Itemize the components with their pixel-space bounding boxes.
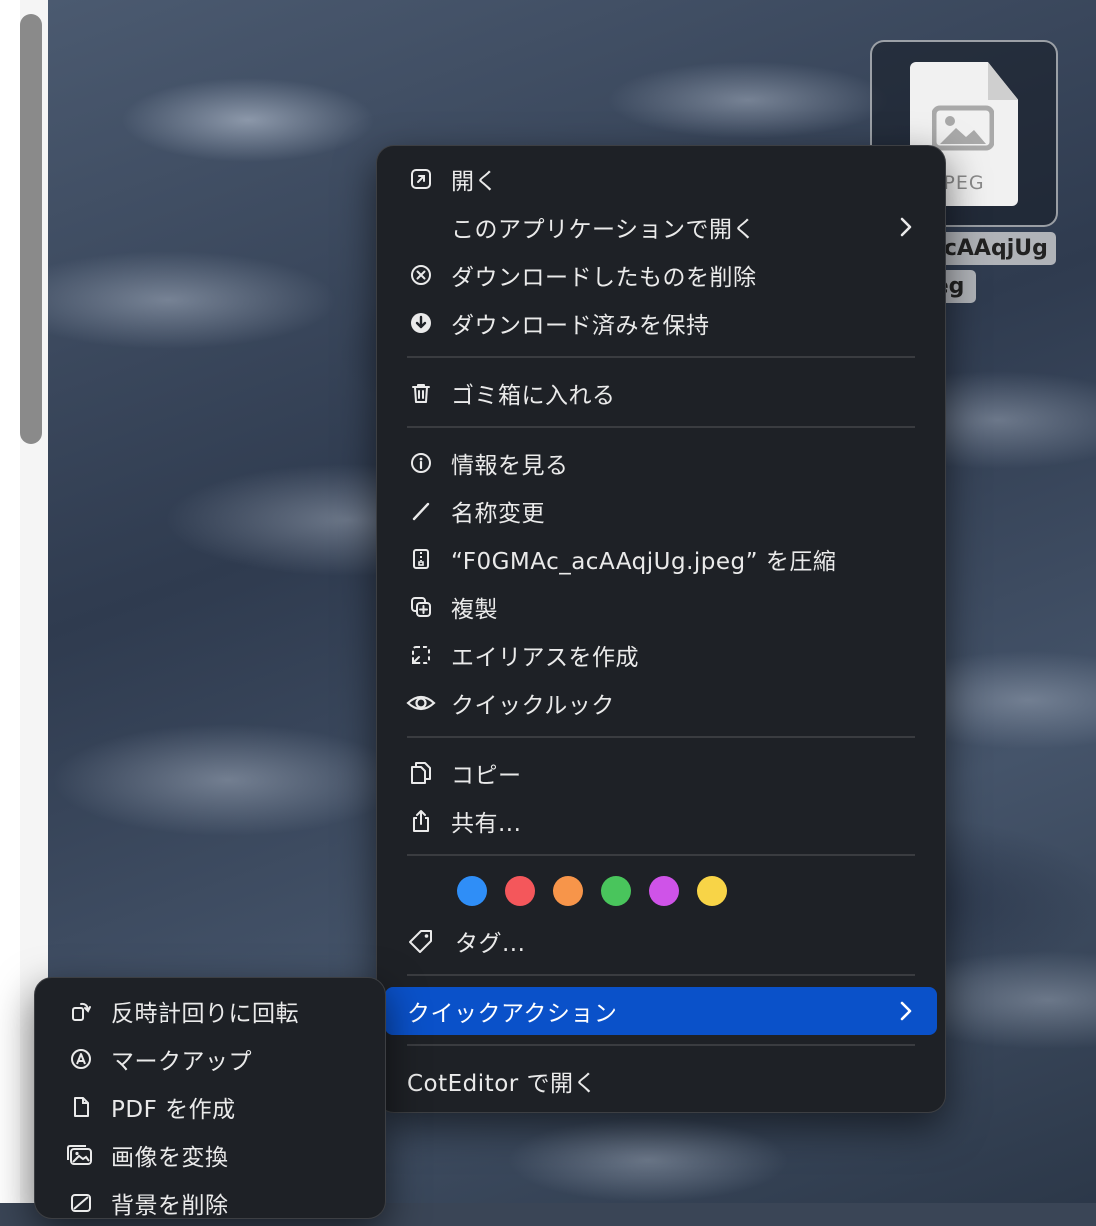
tag-color-purple[interactable] [649,876,679,906]
menu-label-copy: コピー [451,763,522,789]
menu-item-get-info[interactable]: 情報を見る [385,440,937,486]
menu-label-duplicate: 複製 [451,597,498,623]
info-icon [409,451,433,475]
menu-label-open: 開く [451,169,498,195]
submenu-label-remove-background: 背景を削除 [111,1193,229,1219]
x-circle-icon [409,263,433,287]
open-arrow-icon [409,167,433,191]
menu-item-tags[interactable]: タグ... [385,918,937,964]
pencil-icon [409,499,433,523]
menu-label-keep-download: ダウンロード済みを保持 [451,313,710,339]
menu-item-quick-actions[interactable]: クイックアクション [385,987,937,1035]
trash-icon [409,381,433,405]
submenu-label-rotate-left: 反時計回りに回転 [111,1001,299,1027]
menu-separator [407,974,915,976]
submenu-item-convert-image[interactable]: 画像を変換 [43,1132,377,1178]
submenu-item-remove-background[interactable]: 背景を削除 [43,1180,377,1226]
chevron-right-icon [900,1001,912,1021]
duplicate-icon [409,595,433,619]
menu-label-delete-download: ダウンロードしたものを削除 [451,265,757,291]
markup-icon [69,1047,93,1071]
menu-label-get-info: 情報を見る [451,453,569,479]
tag-color-swatches [457,876,727,906]
quick-actions-submenu: 反時計回りに回転 マークアップ PDF を作成 画像を変換 背景を削除 [34,977,386,1219]
remove-background-icon [69,1191,93,1215]
menu-label-rename: 名称変更 [451,501,545,527]
menu-item-open[interactable]: 開く [385,156,937,202]
tag-color-orange[interactable] [553,876,583,906]
menu-item-keep-download[interactable]: ダウンロード済みを保持 [385,300,937,346]
window-edge [0,0,20,1203]
document-icon [69,1095,93,1119]
menu-item-rename[interactable]: 名称変更 [385,488,937,534]
tag-icon [407,929,435,953]
copy-icon [409,761,433,785]
menu-item-delete-download[interactable]: ダウンロードしたものを削除 [385,252,937,298]
eye-icon [406,691,436,715]
menu-item-move-to-trash[interactable]: ゴミ箱に入れる [385,370,937,416]
menu-label-share: 共有... [451,811,522,837]
menu-separator [407,854,915,856]
image-glyph-icon [932,105,994,151]
alias-icon [409,643,433,667]
menu-label-compress: “F0GMAc_acAAqjUg.jpeg” を圧縮 [451,549,837,575]
menu-separator [407,426,915,428]
submenu-label-create-pdf: PDF を作成 [111,1097,236,1123]
menu-separator [407,356,915,358]
chevron-right-icon [900,217,912,237]
tag-color-yellow[interactable] [697,876,727,906]
tag-color-blue[interactable] [457,876,487,906]
menu-label-quick-actions: クイックアクション [407,1001,618,1027]
menu-label-move-to-trash: ゴミ箱に入れる [451,383,616,409]
document-fold [988,62,1018,100]
photos-icon [65,1143,93,1167]
tag-color-red[interactable] [505,876,535,906]
menu-item-make-alias[interactable]: エイリアスを作成 [385,632,937,678]
menu-item-copy[interactable]: コピー [385,750,937,796]
submenu-label-markup: マークアップ [111,1049,252,1075]
context-menu: 開く このアプリケーションで開く ダウンロードしたものを削除 ダウンロード済みを… [376,145,946,1113]
menu-item-compress[interactable]: “F0GMAc_acAAqjUg.jpeg” を圧縮 [385,536,937,582]
menu-label-make-alias: エイリアスを作成 [451,645,639,671]
download-circle-icon [409,311,433,335]
submenu-label-convert-image: 画像を変換 [111,1145,229,1171]
submenu-item-markup[interactable]: マークアップ [43,1036,377,1082]
menu-label-quick-look: クイックルック [451,693,615,719]
submenu-item-create-pdf[interactable]: PDF を作成 [43,1084,377,1130]
menu-separator [407,1044,915,1046]
menu-item-share[interactable]: 共有... [385,798,937,844]
scrollbar-thumb[interactable] [20,14,42,444]
menu-item-open-in-coteditor[interactable]: CotEditor で開く [385,1058,937,1104]
menu-item-quick-look[interactable]: クイックルック [385,680,937,726]
archive-icon [409,547,433,571]
submenu-item-rotate-left[interactable]: 反時計回りに回転 [43,988,377,1034]
menu-label-open-in-coteditor: CotEditor で開く [407,1071,598,1097]
menu-item-open-with[interactable]: このアプリケーションで開く [385,204,937,250]
share-icon [409,809,433,833]
menu-item-duplicate[interactable]: 複製 [385,584,937,630]
menu-separator [407,736,915,738]
tag-color-green[interactable] [601,876,631,906]
rotate-left-icon [69,999,93,1023]
menu-label-tags: タグ... [455,931,526,957]
menu-label-open-with: このアプリケーションで開く [451,217,757,243]
